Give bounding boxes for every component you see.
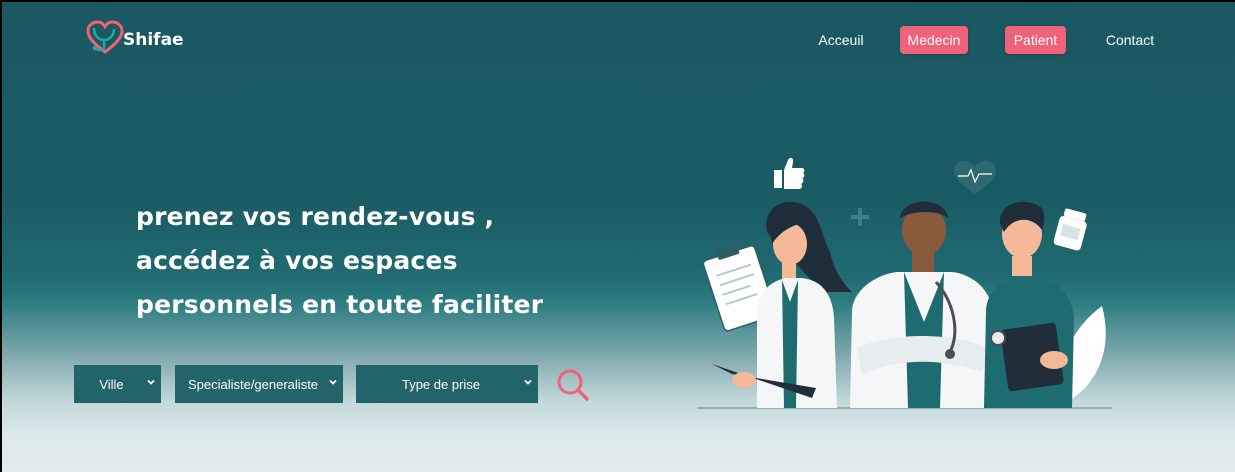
nav-acceuil[interactable]: Acceuil [808,26,874,54]
pill-bottle-icon [1053,208,1087,251]
specialite-select[interactable]: Specialiste/generaliste [175,365,343,403]
nav-contact[interactable]: Contact [1096,26,1164,54]
logo[interactable]: Shifae [85,20,184,56]
headline-line-1: prenez vos rendez-vous , [136,202,495,231]
chevron-down-icon [329,379,337,385]
brand-name: Shifae [123,30,184,50]
nav-patient[interactable]: Patient [1005,26,1066,54]
ville-select-label: Ville [99,376,124,392]
chevron-down-icon [147,379,155,385]
nav-medecin[interactable]: Medecin [900,26,968,54]
chevron-down-icon [524,379,532,385]
search-icon[interactable] [556,368,590,402]
headline-line-2: accédez à vos espaces [136,246,458,275]
doctors-illustration [697,157,1112,409]
ville-select[interactable]: Ville [74,365,161,403]
heart-stethoscope-icon [86,20,124,54]
thumbs-up-icon [774,157,805,189]
specialite-select-label: Specialiste/generaliste [187,376,319,392]
type-prise-select[interactable]: Type de prise [356,365,538,403]
hero-section: Shifae Acceuil Medecin Patient Contact p… [2,2,1235,472]
male-doctor [850,201,992,408]
heart-pulse-icon [954,161,996,194]
headline-line-3: personnels en toute faciliter [136,290,544,319]
hero-headline: prenez vos rendez-vous , accédez à vos e… [136,195,656,327]
type-prise-select-label: Type de prise [401,376,481,392]
